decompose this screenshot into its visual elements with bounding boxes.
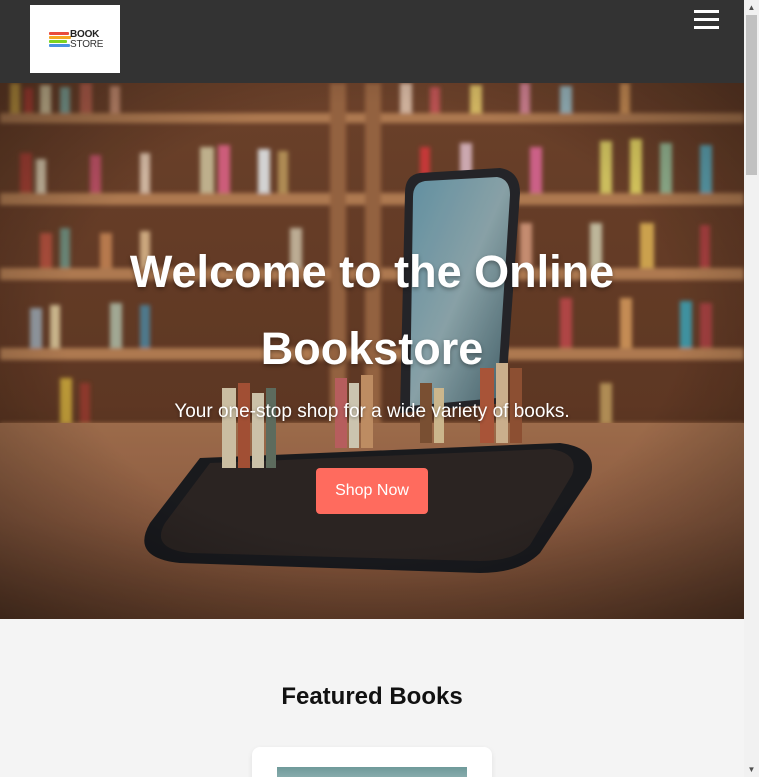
featured-book-card[interactable]	[252, 747, 492, 777]
scroll-up-arrow-icon[interactable]: ▲	[744, 0, 759, 15]
hero-banner: Welcome to the Online Bookstore Your one…	[0, 83, 744, 619]
logo-book-stripes-icon	[49, 32, 71, 51]
book-cover-image	[277, 767, 467, 777]
hero-title: Welcome to the Online Bookstore	[129, 246, 615, 374]
featured-books-title: Featured Books	[281, 683, 463, 710]
page-viewport: BOOK STORE Welcome to the Online Booksto…	[0, 0, 744, 777]
logo-text: BOOK STORE	[70, 30, 103, 50]
hamburger-menu-icon[interactable]	[694, 10, 719, 30]
shop-now-button[interactable]: Shop Now	[316, 468, 428, 514]
site-header: BOOK STORE	[0, 0, 744, 83]
scroll-down-arrow-icon[interactable]: ▼	[744, 762, 759, 777]
site-logo[interactable]: BOOK STORE	[30, 5, 120, 73]
vertical-scrollbar[interactable]: ▲ ▼	[744, 0, 759, 777]
scrollbar-thumb[interactable]	[746, 15, 757, 175]
hero-subtitle: Your one-stop shop for a wide variety of…	[174, 401, 570, 422]
logo-text-line2: STORE	[70, 39, 104, 50]
